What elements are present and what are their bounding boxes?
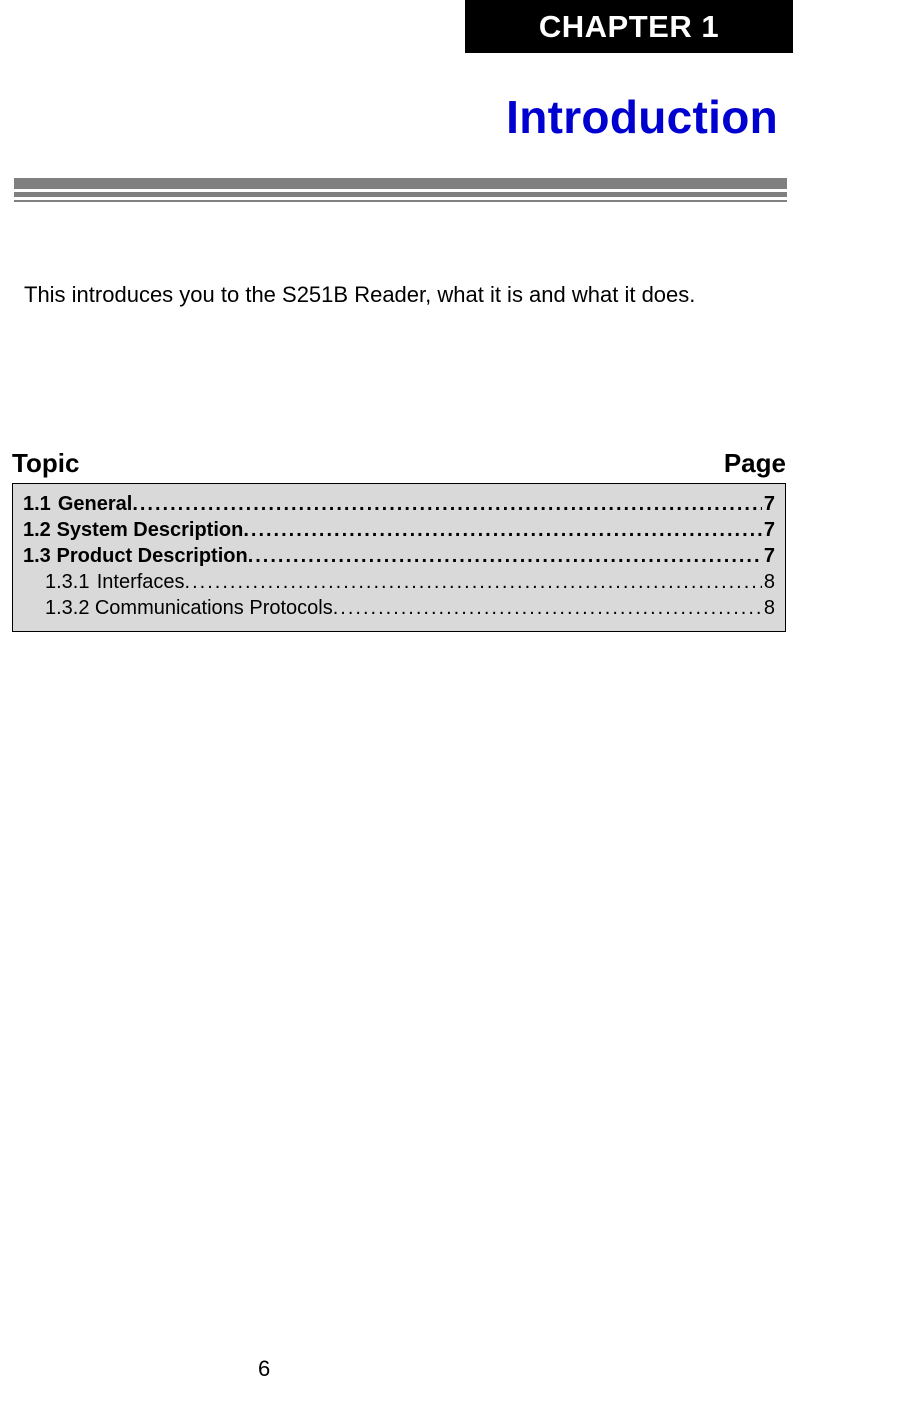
toc-title: Communications Protocols bbox=[95, 597, 333, 620]
toc-leader bbox=[132, 493, 762, 516]
toc-number: 1.3.1 bbox=[45, 571, 89, 594]
toc-title: Interfaces bbox=[97, 571, 185, 594]
divider-medium bbox=[14, 192, 787, 197]
toc-entry: 1.3 Product Description 7 bbox=[23, 545, 775, 568]
intro-paragraph: This introduces you to the S251B Reader,… bbox=[24, 282, 695, 308]
toc-entry: 1.2 System Description 7 bbox=[23, 519, 775, 542]
chapter-banner: CHAPTER 1 bbox=[465, 0, 793, 53]
toc-page: 7 bbox=[762, 493, 775, 516]
toc-box: 1.1 General 7 1.2 System Description 7 1… bbox=[12, 483, 786, 632]
toc-title: System Description bbox=[57, 519, 244, 542]
toc-page: 8 bbox=[762, 571, 775, 594]
toc-page: 8 bbox=[762, 597, 775, 620]
toc-leader bbox=[248, 545, 762, 568]
chapter-label: CHAPTER 1 bbox=[539, 9, 719, 45]
divider-rules bbox=[14, 178, 787, 202]
divider-thick bbox=[14, 178, 787, 189]
toc-number: 1.1 bbox=[23, 493, 51, 516]
divider-thin bbox=[14, 200, 787, 202]
toc-leader bbox=[333, 597, 762, 620]
toc-number: 1.3 bbox=[23, 545, 51, 568]
toc-subentry: 1.3.1 Interfaces 8 bbox=[23, 571, 775, 594]
page-number: 6 bbox=[258, 1356, 270, 1382]
toc-page: 7 bbox=[762, 519, 775, 542]
page-title: Introduction bbox=[506, 90, 778, 144]
toc-header-page: Page bbox=[724, 448, 786, 479]
toc-page: 7 bbox=[762, 545, 775, 568]
toc-header-topic: Topic bbox=[12, 448, 79, 479]
toc-title: General bbox=[58, 493, 132, 516]
toc-header: Topic Page bbox=[12, 448, 786, 479]
toc-number: 1.3.2 bbox=[45, 597, 89, 620]
toc-subentry: 1.3.2 Communications Protocols 8 bbox=[23, 597, 775, 620]
toc-leader bbox=[185, 571, 762, 594]
toc-leader bbox=[243, 519, 762, 542]
toc-title: Product Description bbox=[57, 545, 248, 568]
toc-number: 1.2 bbox=[23, 519, 51, 542]
toc-entry: 1.1 General 7 bbox=[23, 493, 775, 516]
